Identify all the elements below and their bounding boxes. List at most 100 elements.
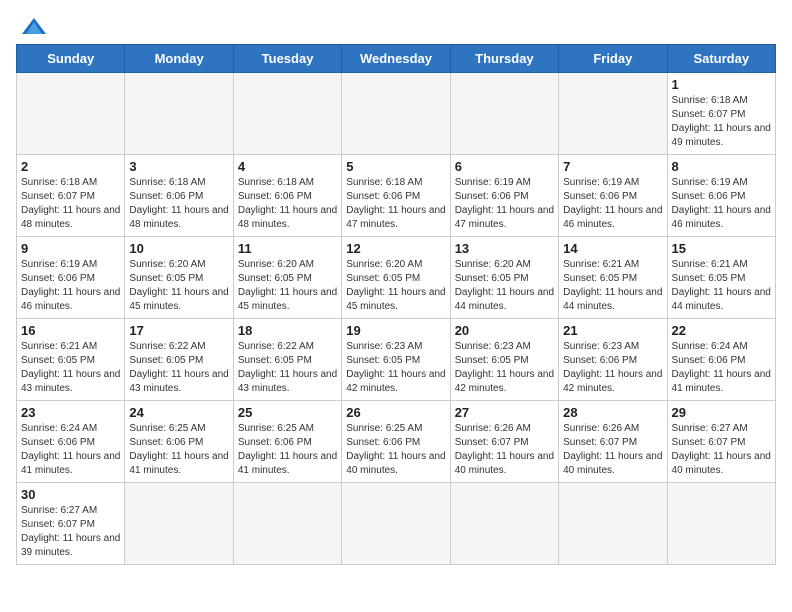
day-info: Sunrise: 6:21 AM Sunset: 6:05 PM Dayligh… [672,258,771,314]
day-info: Sunrise: 6:26 AM Sunset: 6:07 PM Dayligh… [563,422,662,478]
calendar-cell [342,73,450,155]
calendar-cell [450,483,558,565]
day-number: 4 [238,159,337,174]
calendar-week-3: 9 Sunrise: 6:19 AM Sunset: 6:06 PM Daylig… [17,237,776,319]
day-number: 6 [455,159,554,174]
calendar-cell: 14 Sunrise: 6:21 AM Sunset: 6:05 PM Dayli… [559,237,667,319]
day-number: 13 [455,241,554,256]
day-info: Sunrise: 6:25 AM Sunset: 6:06 PM Dayligh… [129,422,228,478]
calendar-cell [233,483,341,565]
day-info: Sunrise: 6:18 AM Sunset: 6:06 PM Dayligh… [238,176,337,232]
day-number: 15 [672,241,771,256]
column-header-wednesday: Wednesday [342,45,450,73]
calendar-cell: 1 Sunrise: 6:18 AM Sunset: 6:07 PM Daylig… [667,73,775,155]
calendar-week-4: 16 Sunrise: 6:21 AM Sunset: 6:05 PM Dayli… [17,319,776,401]
day-number: 5 [346,159,445,174]
day-number: 3 [129,159,228,174]
calendar-cell: 18 Sunrise: 6:22 AM Sunset: 6:05 PM Dayli… [233,319,341,401]
calendar-cell: 12Sunrise: 6:20 AM Sunset: 6:05 PM Dayli… [342,237,450,319]
column-header-tuesday: Tuesday [233,45,341,73]
day-info: Sunrise: 6:19 AM Sunset: 6:06 PM Dayligh… [21,258,120,314]
day-number: 18 [238,323,337,338]
day-number: 20 [455,323,554,338]
column-header-thursday: Thursday [450,45,558,73]
day-number: 2 [21,159,120,174]
calendar-cell [17,73,125,155]
day-number: 26 [346,405,445,420]
day-info: Sunrise: 6:24 AM Sunset: 6:06 PM Dayligh… [672,340,771,396]
calendar-cell: 28 Sunrise: 6:26 AM Sunset: 6:07 PM Dayli… [559,401,667,483]
calendar-cell [125,483,233,565]
day-number: 22 [672,323,771,338]
column-header-friday: Friday [559,45,667,73]
day-info: Sunrise: 6:19 AM Sunset: 6:06 PM Dayligh… [672,176,771,232]
calendar-week-1: 1 Sunrise: 6:18 AM Sunset: 6:07 PM Daylig… [17,73,776,155]
calendar-cell: 27Sunrise: 6:26 AM Sunset: 6:07 PM Dayli… [450,401,558,483]
calendar-cell: 16 Sunrise: 6:21 AM Sunset: 6:05 PM Dayli… [17,319,125,401]
calendar-cell [450,73,558,155]
day-info: Sunrise: 6:21 AM Sunset: 6:05 PM Dayligh… [563,258,662,314]
day-info: Sunrise: 6:26 AM Sunset: 6:07 PM Dayligh… [455,422,554,478]
calendar-cell: 24 Sunrise: 6:25 AM Sunset: 6:06 PM Dayli… [125,401,233,483]
calendar-cell: 9 Sunrise: 6:19 AM Sunset: 6:06 PM Daylig… [17,237,125,319]
logo [16,16,48,36]
calendar-cell: 4 Sunrise: 6:18 AM Sunset: 6:06 PM Daylig… [233,155,341,237]
column-header-monday: Monday [125,45,233,73]
calendar-week-6: 30 Sunrise: 6:27 AM Sunset: 6:07 PM Dayli… [17,483,776,565]
day-number: 30 [21,487,120,502]
day-number: 1 [672,77,771,92]
calendar-header-row: SundayMondayTuesdayWednesdayThursdayFrid… [17,45,776,73]
calendar-cell: 29Sunrise: 6:27 AM Sunset: 6:07 PM Dayli… [667,401,775,483]
calendar-cell [559,483,667,565]
day-info: Sunrise: 6:25 AM Sunset: 6:06 PM Dayligh… [346,422,445,478]
calendar-cell: 20 Sunrise: 6:23 AM Sunset: 6:05 PM Dayli… [450,319,558,401]
day-number: 21 [563,323,662,338]
day-info: Sunrise: 6:19 AM Sunset: 6:06 PM Dayligh… [563,176,662,232]
day-number: 25 [238,405,337,420]
calendar-week-5: 23 Sunrise: 6:24 AM Sunset: 6:06 PM Dayli… [17,401,776,483]
day-info: Sunrise: 6:19 AM Sunset: 6:06 PM Dayligh… [455,176,554,232]
day-info: Sunrise: 6:23 AM Sunset: 6:06 PM Dayligh… [563,340,662,396]
logo-icon [20,16,48,36]
day-number: 14 [563,241,662,256]
day-number: 17 [129,323,228,338]
column-header-saturday: Saturday [667,45,775,73]
calendar-cell: 25Sunrise: 6:25 AM Sunset: 6:06 PM Dayli… [233,401,341,483]
day-info: Sunrise: 6:24 AM Sunset: 6:06 PM Dayligh… [21,422,120,478]
day-info: Sunrise: 6:21 AM Sunset: 6:05 PM Dayligh… [21,340,120,396]
day-info: Sunrise: 6:23 AM Sunset: 6:05 PM Dayligh… [346,340,445,396]
calendar-cell: 21 Sunrise: 6:23 AM Sunset: 6:06 PM Dayli… [559,319,667,401]
day-info: Sunrise: 6:22 AM Sunset: 6:05 PM Dayligh… [238,340,337,396]
day-number: 23 [21,405,120,420]
calendar-cell: 7 Sunrise: 6:19 AM Sunset: 6:06 PM Daylig… [559,155,667,237]
calendar-cell: 30 Sunrise: 6:27 AM Sunset: 6:07 PM Dayli… [17,483,125,565]
calendar-cell: 11Sunrise: 6:20 AM Sunset: 6:05 PM Dayli… [233,237,341,319]
day-info: Sunrise: 6:27 AM Sunset: 6:07 PM Dayligh… [21,504,120,560]
day-number: 10 [129,241,228,256]
calendar-cell: 10Sunrise: 6:20 AM Sunset: 6:05 PM Dayli… [125,237,233,319]
day-number: 9 [21,241,120,256]
day-info: Sunrise: 6:18 AM Sunset: 6:07 PM Dayligh… [672,94,771,150]
calendar-cell: 22 Sunrise: 6:24 AM Sunset: 6:06 PM Dayli… [667,319,775,401]
day-info: Sunrise: 6:20 AM Sunset: 6:05 PM Dayligh… [238,258,337,314]
day-info: Sunrise: 6:18 AM Sunset: 6:06 PM Dayligh… [129,176,228,232]
day-number: 12 [346,241,445,256]
day-info: Sunrise: 6:22 AM Sunset: 6:05 PM Dayligh… [129,340,228,396]
calendar-cell: 15 Sunrise: 6:21 AM Sunset: 6:05 PM Dayli… [667,237,775,319]
calendar-cell: 5Sunrise: 6:18 AM Sunset: 6:06 PM Daylig… [342,155,450,237]
calendar-cell [342,483,450,565]
day-info: Sunrise: 6:27 AM Sunset: 6:07 PM Dayligh… [672,422,771,478]
header [16,16,776,36]
calendar: SundayMondayTuesdayWednesdayThursdayFrid… [16,44,776,565]
day-number: 8 [672,159,771,174]
calendar-cell: 8 Sunrise: 6:19 AM Sunset: 6:06 PM Daylig… [667,155,775,237]
calendar-cell: 17 Sunrise: 6:22 AM Sunset: 6:05 PM Dayli… [125,319,233,401]
day-number: 16 [21,323,120,338]
day-number: 7 [563,159,662,174]
day-info: Sunrise: 6:23 AM Sunset: 6:05 PM Dayligh… [455,340,554,396]
day-number: 28 [563,405,662,420]
day-number: 24 [129,405,228,420]
day-number: 19 [346,323,445,338]
calendar-cell: 6 Sunrise: 6:19 AM Sunset: 6:06 PM Daylig… [450,155,558,237]
calendar-cell: 3 Sunrise: 6:18 AM Sunset: 6:06 PM Daylig… [125,155,233,237]
